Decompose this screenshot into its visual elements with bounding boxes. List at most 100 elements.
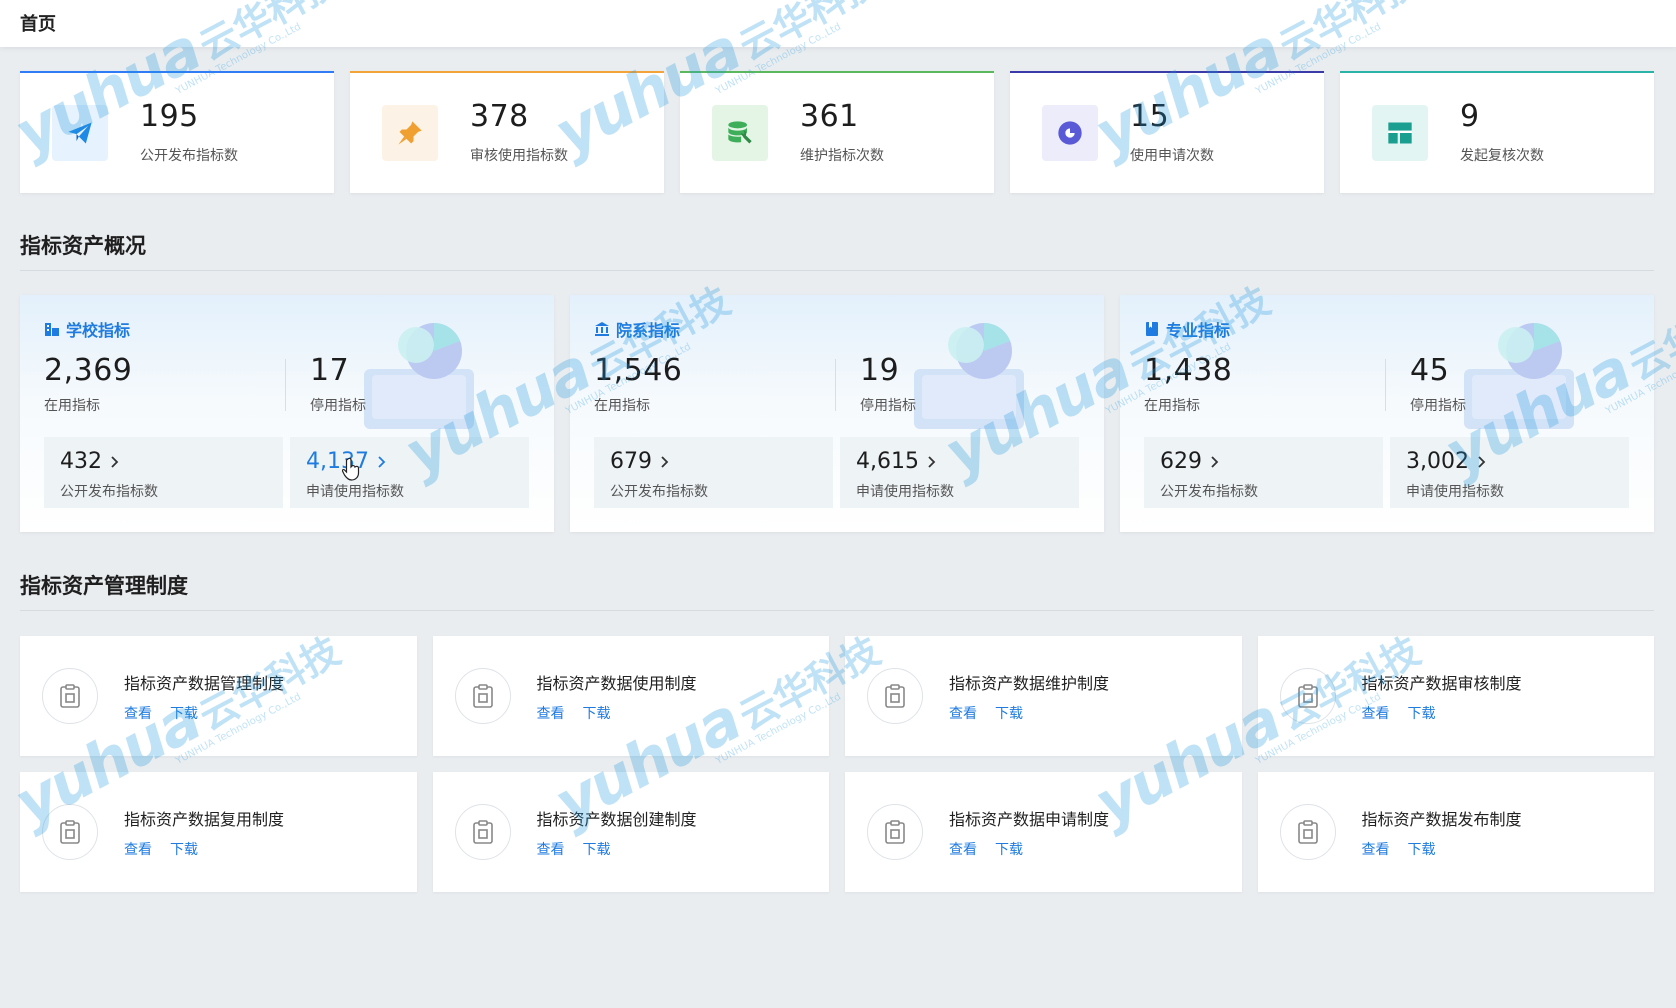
download-link[interactable]: 下载 bbox=[170, 703, 198, 723]
download-link[interactable]: 下载 bbox=[583, 839, 611, 859]
applied-label: 申请使用指标数 bbox=[306, 484, 404, 500]
policy-title: 指标资产数据管理制度 bbox=[124, 674, 285, 693]
policy-card: 指标资产数据申请制度 查看 下载 bbox=[845, 772, 1242, 892]
hand-cursor-icon bbox=[342, 457, 360, 481]
stopped-label: 停用指标 bbox=[860, 398, 916, 414]
overview-cards: 学校指标 2,369 在用指标 17 停用指标 432 公开发布指标数 4,13… bbox=[20, 295, 1654, 532]
download-link[interactable]: 下载 bbox=[995, 703, 1023, 723]
stat-label: 公开发布指标数 bbox=[140, 148, 238, 164]
stat-value: 195 bbox=[140, 99, 199, 134]
policy-card: 指标资产数据复用制度 查看 下载 bbox=[20, 772, 417, 892]
in-use-count: 2,369 bbox=[44, 353, 133, 388]
view-link[interactable]: 查看 bbox=[949, 839, 977, 859]
in-use-count: 1,546 bbox=[594, 353, 683, 388]
view-link[interactable]: 查看 bbox=[124, 703, 152, 723]
clipboard-icon bbox=[867, 804, 923, 860]
stat-card-published: 195 公开发布指标数 bbox=[20, 71, 334, 193]
published-box[interactable]: 629 公开发布指标数 bbox=[1144, 437, 1383, 508]
stat-label: 审核使用指标数 bbox=[470, 148, 568, 164]
policy-title: 指标资产数据使用制度 bbox=[536, 674, 697, 693]
stat-label: 维护指标次数 bbox=[800, 148, 884, 164]
download-link[interactable]: 下载 bbox=[583, 703, 611, 723]
breadcrumb[interactable]: 首页 bbox=[20, 10, 56, 36]
policy-title: 指标资产数据创建制度 bbox=[536, 810, 697, 829]
chevron-right-icon bbox=[661, 455, 669, 468]
policy-card: 指标资产数据维护制度 查看 下载 bbox=[845, 636, 1242, 756]
stopped-label: 停用指标 bbox=[1410, 398, 1466, 414]
policy-grid: 指标资产数据管理制度 查看 下载 指标资产数据使用制度 查看 下载 指标资产数据维护… bbox=[20, 636, 1654, 892]
applied-box[interactable]: 4,615 申请使用指标数 bbox=[840, 437, 1079, 508]
clipboard-icon bbox=[454, 668, 511, 724]
stat-value: 15 bbox=[1130, 99, 1170, 134]
divider bbox=[1385, 359, 1386, 411]
view-link[interactable]: 查看 bbox=[537, 703, 565, 723]
stat-card-rechecks: 9 发起复核次数 bbox=[1340, 71, 1654, 193]
card-illustration bbox=[1464, 323, 1574, 429]
clipboard-icon bbox=[1279, 668, 1336, 724]
published-count-link[interactable]: 432 bbox=[60, 449, 120, 474]
applied-label: 申请使用指标数 bbox=[856, 484, 954, 500]
published-count-link[interactable]: 629 bbox=[1160, 449, 1220, 474]
top-bar: 首页 bbox=[0, 0, 1676, 47]
download-link[interactable]: 下载 bbox=[995, 839, 1023, 859]
dashboard-page: 首页 195 公开发布指标数 378 审核使用指标数 361 维护指标次数 15… bbox=[0, 0, 1676, 1008]
applied-label: 申请使用指标数 bbox=[1406, 484, 1504, 500]
applied-count-link[interactable]: 4,615 bbox=[856, 449, 937, 474]
card-illustration bbox=[364, 323, 474, 429]
view-link[interactable]: 查看 bbox=[949, 703, 977, 723]
stats-row: 195 公开发布指标数 378 审核使用指标数 361 维护指标次数 15 使用… bbox=[20, 71, 1654, 193]
stat-value: 378 bbox=[470, 99, 529, 134]
clipboard-icon bbox=[42, 668, 98, 724]
dashboard-layout-icon bbox=[1372, 105, 1428, 161]
clipboard-icon bbox=[867, 668, 923, 724]
stat-value: 9 bbox=[1460, 99, 1480, 134]
applied-box[interactable]: 3,002 申请使用指标数 bbox=[1390, 437, 1629, 508]
card-title: 专业指标 bbox=[1166, 321, 1231, 340]
card-illustration bbox=[914, 323, 1024, 429]
policy-title: 指标资产数据发布制度 bbox=[1361, 810, 1522, 829]
stopped-label: 停用指标 bbox=[310, 398, 366, 414]
stopped-count: 17 bbox=[310, 353, 350, 388]
overview-card-department: 院系指标 1,546 在用指标 19 停用指标 679 公开发布指标数 4,61… bbox=[570, 295, 1104, 532]
applied-count-link[interactable]: 3,002 bbox=[1406, 449, 1487, 474]
card-header: 院系指标 bbox=[594, 317, 680, 341]
policy-card: 指标资产数据发布制度 查看 下载 bbox=[1257, 772, 1654, 892]
view-link[interactable]: 查看 bbox=[1362, 839, 1390, 859]
building-icon bbox=[45, 323, 59, 336]
chevron-right-icon bbox=[378, 455, 386, 468]
card-header: 学校指标 bbox=[44, 317, 130, 341]
published-box[interactable]: 679 公开发布指标数 bbox=[594, 437, 833, 508]
download-link[interactable]: 下载 bbox=[1408, 703, 1436, 723]
section-divider bbox=[20, 610, 1654, 611]
download-link[interactable]: 下载 bbox=[170, 839, 198, 859]
card-title: 院系指标 bbox=[616, 321, 681, 340]
card-title: 学校指标 bbox=[66, 321, 131, 340]
policy-card: 指标资产数据使用制度 查看 下载 bbox=[432, 636, 829, 756]
chevron-right-icon bbox=[1478, 455, 1486, 468]
view-link[interactable]: 查看 bbox=[124, 839, 152, 859]
stat-card-applications: 15 使用申请次数 bbox=[1010, 71, 1324, 193]
divider bbox=[285, 359, 286, 411]
policy-title: 指标资产数据审核制度 bbox=[1361, 674, 1522, 693]
view-link[interactable]: 查看 bbox=[537, 839, 565, 859]
policy-card: 指标资产数据审核制度 查看 下载 bbox=[1257, 636, 1654, 756]
chevron-right-icon bbox=[111, 455, 119, 468]
in-use-label: 在用指标 bbox=[44, 398, 100, 414]
applied-box[interactable]: 4,137 申请使用指标数 bbox=[290, 437, 529, 508]
institution-icon bbox=[595, 322, 609, 336]
overview-card-school: 学校指标 2,369 在用指标 17 停用指标 432 公开发布指标数 4,13… bbox=[20, 295, 554, 532]
stat-card-maintained: 361 维护指标次数 bbox=[680, 71, 994, 193]
stat-card-reviewed: 378 审核使用指标数 bbox=[350, 71, 664, 193]
chevron-right-icon bbox=[1211, 455, 1219, 468]
database-wrench-icon bbox=[712, 105, 768, 161]
download-link[interactable]: 下载 bbox=[1408, 839, 1436, 859]
published-box[interactable]: 432 公开发布指标数 bbox=[44, 437, 283, 508]
published-count-link[interactable]: 679 bbox=[610, 449, 670, 474]
view-link[interactable]: 查看 bbox=[1362, 703, 1390, 723]
stopped-count: 45 bbox=[1410, 353, 1450, 388]
clipboard-icon bbox=[42, 804, 98, 860]
overview-card-major: 专业指标 1,438 在用指标 45 停用指标 629 公开发布指标数 3,00… bbox=[1120, 295, 1654, 532]
pie-chart-icon bbox=[1042, 105, 1098, 161]
divider bbox=[835, 359, 836, 411]
published-label: 公开发布指标数 bbox=[610, 484, 708, 500]
